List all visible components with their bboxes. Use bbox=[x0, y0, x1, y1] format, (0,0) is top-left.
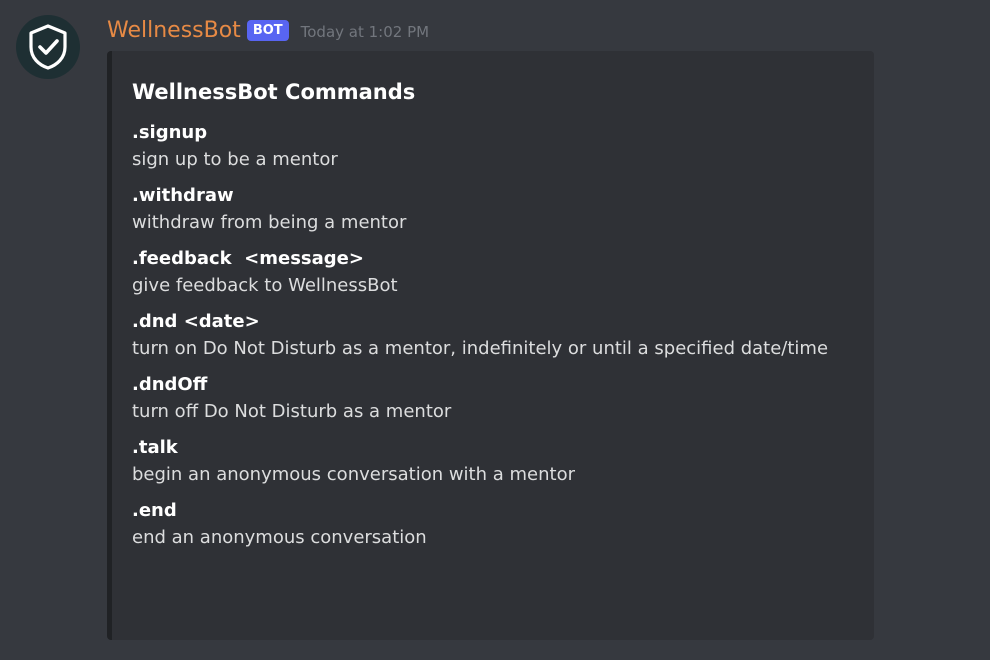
message-timestamp: Today at 1:02 PM bbox=[300, 23, 430, 41]
command-description: turn off Do Not Disturb as a mentor bbox=[132, 401, 452, 422]
command-description: begin an anonymous conversation with a m… bbox=[132, 464, 575, 485]
bot-avatar[interactable] bbox=[16, 15, 80, 79]
command-description: withdraw from being a mentor bbox=[132, 212, 407, 233]
embed-field-talk: .talk begin an anonymous conversation wi… bbox=[132, 435, 854, 489]
embed-field-withdraw: .withdraw withdraw from being a mentor bbox=[132, 183, 854, 237]
embed-field-feedback: .feedback <message> give feedback to Wel… bbox=[132, 246, 854, 300]
command-name: .talk bbox=[132, 437, 178, 458]
embed-field-signup: .signup sign up to be a mentor bbox=[132, 120, 854, 174]
chat-message: WellnessBot BOT Today at 1:02 PM Wellnes… bbox=[0, 0, 990, 660]
shield-check-icon bbox=[29, 24, 67, 70]
command-name: .feedback <message> bbox=[132, 248, 364, 269]
command-description: turn on Do Not Disturb as a mentor, inde… bbox=[132, 338, 829, 359]
command-name: .end bbox=[132, 500, 177, 521]
command-name: .dnd <date> bbox=[132, 311, 260, 332]
command-name: .dndOff bbox=[132, 374, 208, 395]
commands-embed: WellnessBot Commands .signup sign up to … bbox=[107, 51, 874, 640]
embed-title: WellnessBot Commands bbox=[132, 80, 416, 104]
embed-field-end: .end end an anonymous conversation bbox=[132, 498, 854, 552]
message-header: WellnessBot BOT Today at 1:02 PM bbox=[107, 16, 429, 44]
author-name[interactable]: WellnessBot bbox=[107, 18, 241, 43]
command-name: .withdraw bbox=[132, 185, 234, 206]
command-description: end an anonymous conversation bbox=[132, 527, 427, 548]
command-name: .signup bbox=[132, 122, 208, 143]
command-description: give feedback to WellnessBot bbox=[132, 275, 398, 296]
bot-tag-badge: BOT bbox=[246, 19, 289, 41]
command-description: sign up to be a mentor bbox=[132, 149, 338, 170]
embed-field-dndoff: .dndOff turn off Do Not Disturb as a men… bbox=[132, 372, 854, 426]
embed-field-dnd: .dnd <date> turn on Do Not Disturb as a … bbox=[132, 309, 854, 363]
